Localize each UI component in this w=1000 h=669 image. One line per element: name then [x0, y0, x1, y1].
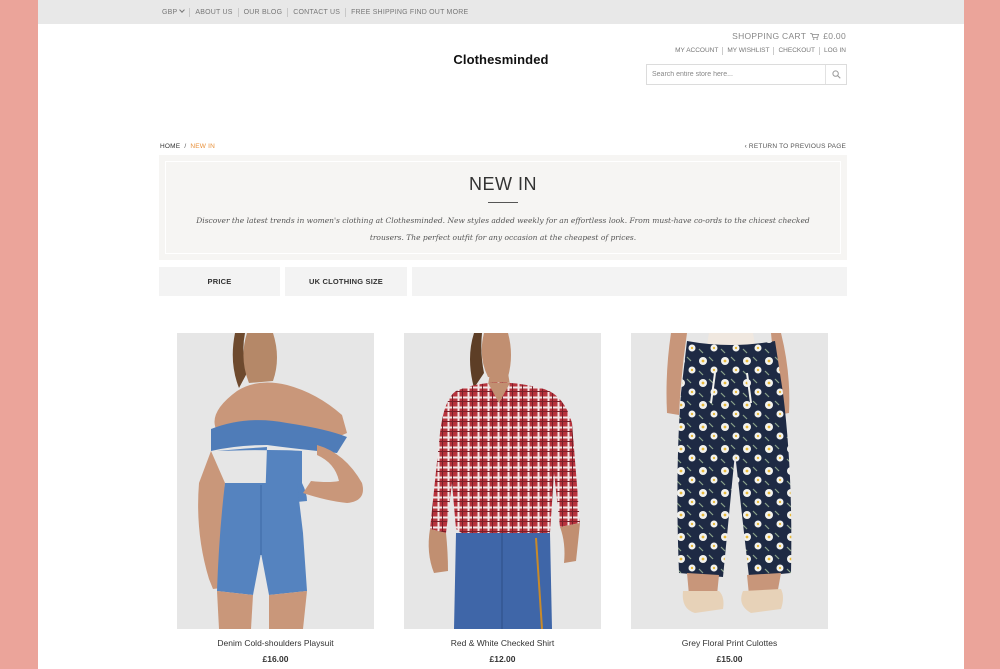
- product-price: £15.00: [716, 654, 743, 664]
- contact-link[interactable]: CONTACT US: [288, 7, 347, 17]
- currency-label: GBP: [162, 8, 178, 16]
- category-description: Discover the latest trends in women's cl…: [196, 216, 810, 242]
- filter-bar-space: [412, 267, 847, 296]
- chevron-down-icon: [179, 6, 186, 13]
- blog-link[interactable]: OUR BLOG: [239, 7, 289, 17]
- product-image[interactable]: [404, 333, 601, 629]
- breadcrumb: HOME / NEW IN: [160, 143, 215, 150]
- floral-culottes-photo: [631, 333, 828, 629]
- search-icon: [831, 70, 841, 79]
- about-link[interactable]: ABOUT US: [190, 7, 239, 17]
- return-to-previous-link[interactable]: ‹ RETURN TO PREVIOUS PAGE: [745, 143, 846, 150]
- title-divider: [488, 202, 518, 203]
- product-price: £16.00: [262, 654, 289, 664]
- breadcrumb-home[interactable]: HOME: [160, 143, 180, 150]
- category-header: NEW IN Discover the latest trends in wom…: [159, 155, 847, 260]
- product-card[interactable]: Red & White Checked Shirt £12.00: [404, 333, 601, 664]
- cart-label: SHOPPING CART: [732, 31, 807, 41]
- currency-selector[interactable]: GBP: [162, 6, 191, 17]
- product-card[interactable]: Grey Floral Print Culottes £15.00: [631, 333, 828, 664]
- my-wishlist-link[interactable]: MY WISHLIST: [723, 47, 775, 55]
- search-box: [646, 64, 847, 85]
- top-bar: GBP ABOUT US OUR BLOG CONTACT US FREE SH…: [38, 0, 964, 24]
- search-button[interactable]: [825, 65, 846, 84]
- breadcrumb-current: NEW IN: [190, 143, 215, 150]
- search-input[interactable]: [652, 68, 822, 81]
- store-page: GBP ABOUT US OUR BLOG CONTACT US FREE SH…: [38, 0, 964, 669]
- product-image[interactable]: [631, 333, 828, 629]
- product-name[interactable]: Red & White Checked Shirt: [404, 638, 601, 648]
- free-shipping-link[interactable]: FREE SHIPPING FIND OUT MORE: [346, 8, 473, 17]
- product-name[interactable]: Denim Cold-shoulders Playsuit: [177, 638, 374, 648]
- product-image[interactable]: [177, 333, 374, 629]
- filter-bar: PRICE UK CLOTHING SIZE: [159, 267, 847, 296]
- product-card[interactable]: Denim Cold-shoulders Playsuit £16.00: [177, 333, 374, 664]
- category-title: NEW IN: [469, 174, 537, 194]
- breadcrumb-separator: /: [184, 143, 187, 150]
- price-filter[interactable]: PRICE: [159, 267, 280, 296]
- cart-total: £0.00: [823, 31, 846, 41]
- product-price: £12.00: [489, 654, 516, 664]
- checked-shirt-photo: [404, 333, 601, 629]
- cart-icon: [810, 32, 820, 40]
- my-account-link[interactable]: MY ACCOUNT: [671, 47, 724, 55]
- product-grid: Denim Cold-shoulders Playsuit £16.00 Red…: [177, 333, 828, 669]
- top-nav: GBP ABOUT US OUR BLOG CONTACT US FREE SH…: [162, 0, 473, 24]
- shopping-cart-link[interactable]: SHOPPING CART £0.00: [732, 31, 846, 41]
- checkout-link[interactable]: CHECKOUT: [774, 47, 820, 55]
- denim-playsuit-photo: [177, 333, 374, 629]
- size-filter[interactable]: UK CLOTHING SIZE: [285, 267, 407, 296]
- account-links: MY ACCOUNT MY WISHLIST CHECKOUT LOG IN: [671, 47, 846, 55]
- login-link[interactable]: LOG IN: [820, 47, 846, 55]
- product-name[interactable]: Grey Floral Print Culottes: [631, 638, 828, 648]
